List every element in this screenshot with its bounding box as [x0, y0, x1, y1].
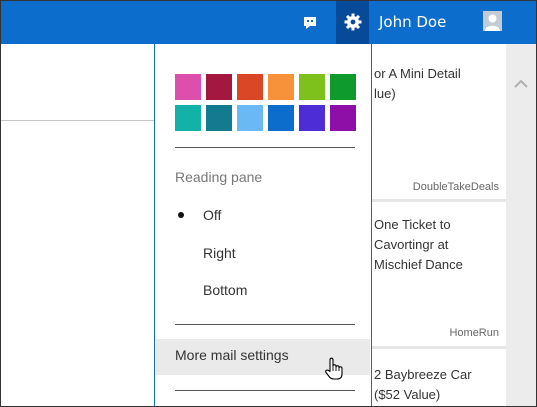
- reading-pane-option-off[interactable]: Off: [175, 206, 355, 232]
- reading-pane-option-bottom[interactable]: Bottom: [175, 281, 355, 307]
- theme-swatch[interactable]: [299, 105, 325, 131]
- hand-cursor-icon: [325, 357, 343, 380]
- message-divider: [371, 346, 506, 349]
- message-title-2[interactable]: One Ticket to Cavortingr at Mischief Dan…: [374, 215, 463, 275]
- theme-swatch[interactable]: [268, 105, 294, 131]
- message-divider: [371, 199, 506, 202]
- message-title-1[interactable]: or A Mini Detail lue): [374, 64, 461, 104]
- theme-swatch[interactable]: [175, 105, 201, 131]
- option-label: Bottom: [203, 282, 248, 298]
- more-mail-settings-label: More mail settings: [175, 347, 289, 363]
- settings-dropdown: Reading pane Off Right Bottom More mail …: [154, 44, 372, 406]
- theme-swatch[interactable]: [206, 105, 232, 131]
- theme-swatch[interactable]: [299, 74, 325, 100]
- message-title-3[interactable]: 2 Baybreeze Car ($52 Value): [374, 365, 472, 405]
- reading-pane-heading: Reading pane: [175, 169, 263, 185]
- theme-swatch[interactable]: [268, 74, 294, 100]
- scrollbar[interactable]: [506, 44, 536, 406]
- avatar[interactable]: [483, 11, 502, 31]
- theme-swatch[interactable]: [175, 74, 201, 100]
- message-sender-1: DoubleTakeDeals: [412, 181, 499, 193]
- settings-button[interactable]: [336, 1, 369, 44]
- top-bar: John Doe: [1, 1, 536, 44]
- theme-swatch[interactable]: [237, 105, 263, 131]
- app-window: John Doe or A Mini Detail lue) DoubleTak…: [0, 0, 537, 407]
- option-label: Off: [203, 207, 222, 223]
- selected-bullet-icon: [178, 212, 184, 218]
- avatar-icon: [483, 11, 502, 31]
- menu-divider: [175, 390, 355, 391]
- theme-swatch[interactable]: [237, 74, 263, 100]
- more-mail-settings-item[interactable]: More mail settings: [156, 339, 370, 380]
- user-name[interactable]: John Doe: [379, 13, 446, 31]
- option-label: Right: [203, 245, 236, 261]
- theme-swatch[interactable]: [206, 74, 232, 100]
- chevron-up-icon[interactable]: [514, 79, 528, 89]
- message-sender-2: HomeRun: [449, 327, 499, 339]
- menu-divider: [175, 324, 355, 325]
- feedback-icon[interactable]: [303, 16, 317, 30]
- gear-icon: [344, 13, 362, 31]
- left-pane: [1, 44, 154, 406]
- theme-swatch[interactable]: [330, 74, 356, 100]
- theme-swatch[interactable]: [330, 105, 356, 131]
- reading-pane-option-right[interactable]: Right: [175, 244, 355, 270]
- left-pane-divider: [1, 120, 154, 121]
- menu-divider: [175, 147, 355, 148]
- message-list: or A Mini Detail lue) DoubleTakeDeals On…: [371, 44, 506, 406]
